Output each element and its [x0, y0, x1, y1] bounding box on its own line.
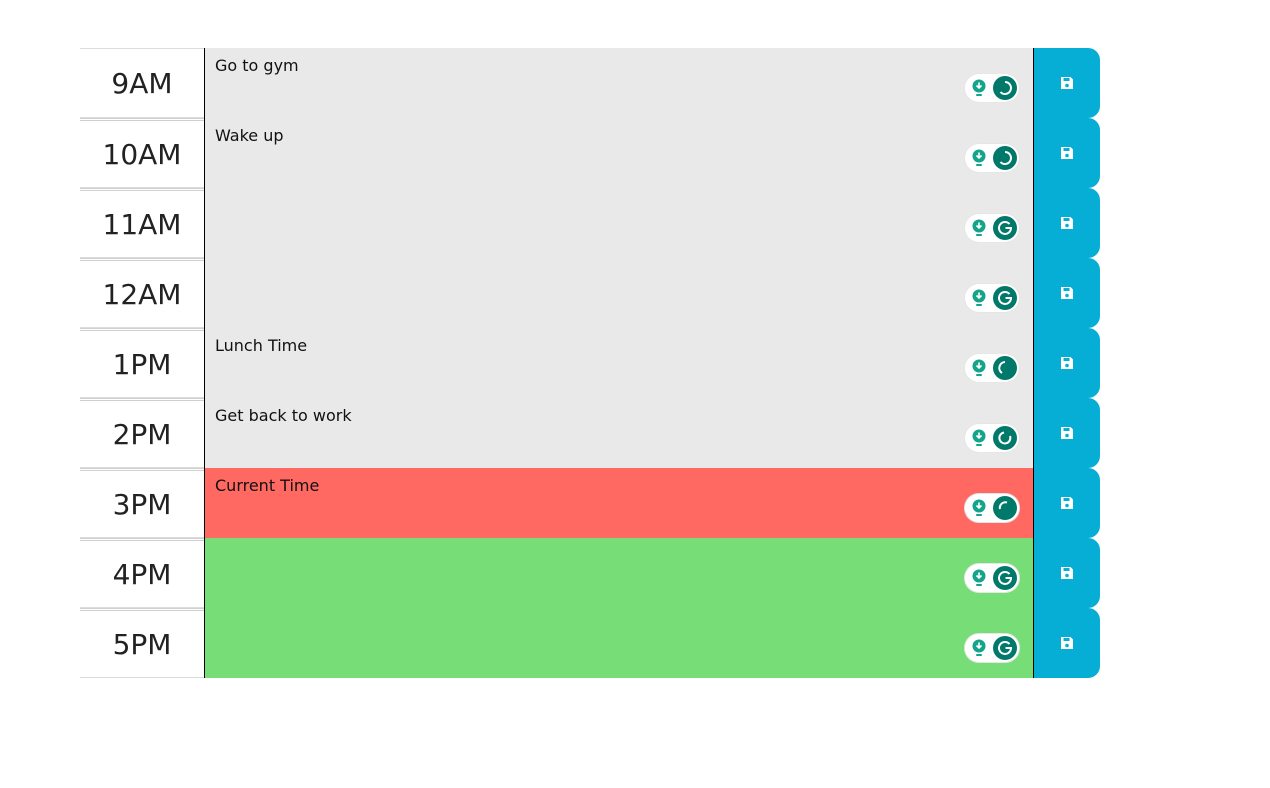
grammar-g-icon[interactable] — [993, 356, 1017, 380]
extension-widget[interactable] — [965, 214, 1019, 242]
floppy-disk-icon — [1061, 427, 1073, 439]
lightbulb-icon[interactable] — [971, 79, 987, 97]
time-block: 5PM — [80, 608, 1100, 678]
lightbulb-icon[interactable] — [971, 639, 987, 657]
grammar-g-icon[interactable] — [993, 286, 1017, 310]
hour-label: 10AM — [80, 118, 204, 188]
extension-widget[interactable] — [965, 634, 1019, 662]
grammar-g-icon[interactable] — [993, 636, 1017, 660]
task-text: Lunch Time — [215, 336, 308, 355]
hour-label: 3PM — [80, 468, 204, 538]
extension-widget[interactable] — [965, 354, 1019, 382]
floppy-disk-icon — [1061, 147, 1073, 159]
time-block: 10AM Wake up — [80, 118, 1100, 188]
save-button[interactable] — [1034, 398, 1100, 468]
task-text: Current Time — [215, 476, 320, 495]
save-button[interactable] — [1034, 538, 1100, 608]
hour-label: 5PM — [80, 608, 204, 678]
hour-label: 4PM — [80, 538, 204, 608]
grammar-g-icon[interactable] — [993, 426, 1017, 450]
extension-widget[interactable] — [965, 564, 1019, 592]
grammar-g-icon[interactable] — [993, 566, 1017, 590]
extension-widget[interactable] — [965, 74, 1019, 102]
task-text: Wake up — [215, 126, 284, 145]
grammar-g-icon[interactable] — [993, 76, 1017, 100]
floppy-disk-icon — [1061, 637, 1073, 649]
time-block: 2PM Get back to work — [80, 398, 1100, 468]
lightbulb-icon[interactable] — [971, 219, 987, 237]
lightbulb-icon[interactable] — [971, 359, 987, 377]
save-button[interactable] — [1034, 468, 1100, 538]
floppy-disk-icon — [1061, 497, 1073, 509]
save-button[interactable] — [1034, 188, 1100, 258]
save-button[interactable] — [1034, 608, 1100, 678]
floppy-disk-icon — [1061, 567, 1073, 579]
task-textarea[interactable] — [204, 538, 1034, 608]
hour-label: 2PM — [80, 398, 204, 468]
extension-widget[interactable] — [965, 144, 1019, 172]
floppy-disk-icon — [1061, 217, 1073, 229]
floppy-disk-icon — [1061, 287, 1073, 299]
lightbulb-icon[interactable] — [971, 569, 987, 587]
save-button[interactable] — [1034, 118, 1100, 188]
lightbulb-icon[interactable] — [971, 289, 987, 307]
grammar-g-icon[interactable] — [993, 146, 1017, 170]
lightbulb-icon[interactable] — [971, 499, 987, 517]
hour-label: 9AM — [80, 48, 204, 118]
time-block: 11AM — [80, 188, 1100, 258]
time-block: 1PM Lunch Time — [80, 328, 1100, 398]
grammar-g-icon[interactable] — [993, 496, 1017, 520]
task-textarea[interactable]: Go to gym — [204, 48, 1034, 118]
time-block: 4PM — [80, 538, 1100, 608]
floppy-disk-icon — [1061, 77, 1073, 89]
save-button[interactable] — [1034, 48, 1100, 118]
floppy-disk-icon — [1061, 357, 1073, 369]
day-planner: 9AM Go to gym 10AM Wake up 11AM 12AM 1PM… — [80, 48, 1100, 678]
task-textarea[interactable] — [204, 188, 1034, 258]
task-text: Get back to work — [215, 406, 352, 425]
extension-widget[interactable] — [965, 494, 1019, 522]
task-textarea[interactable]: Wake up — [204, 118, 1034, 188]
hour-label: 1PM — [80, 328, 204, 398]
save-button[interactable] — [1034, 328, 1100, 398]
hour-label: 12AM — [80, 258, 204, 328]
extension-widget[interactable] — [965, 424, 1019, 452]
extension-widget[interactable] — [965, 284, 1019, 312]
time-block: 12AM — [80, 258, 1100, 328]
save-button[interactable] — [1034, 258, 1100, 328]
task-textarea[interactable] — [204, 258, 1034, 328]
task-textarea[interactable] — [204, 608, 1034, 678]
task-textarea[interactable]: Get back to work — [204, 398, 1034, 468]
task-text: Go to gym — [215, 56, 299, 75]
time-block: 3PM Current Time — [80, 468, 1100, 538]
hour-label: 11AM — [80, 188, 204, 258]
lightbulb-icon[interactable] — [971, 429, 987, 447]
grammar-g-icon[interactable] — [993, 216, 1017, 240]
lightbulb-icon[interactable] — [971, 149, 987, 167]
time-block: 9AM Go to gym — [80, 48, 1100, 118]
task-textarea[interactable]: Current Time — [204, 468, 1034, 538]
task-textarea[interactable]: Lunch Time — [204, 328, 1034, 398]
